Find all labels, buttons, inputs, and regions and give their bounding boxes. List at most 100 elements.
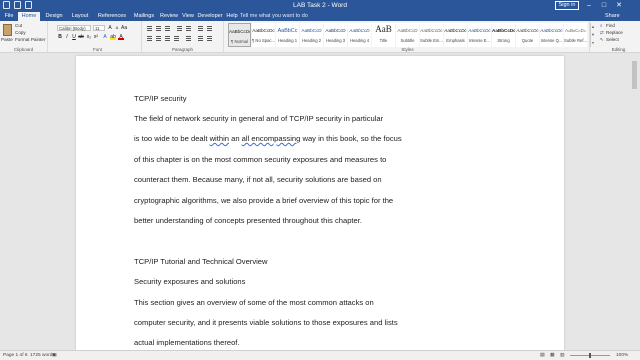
style-subtitle[interactable]: AaBbCcD Subtitle: [396, 23, 419, 47]
replace-button[interactable]: Replace: [606, 30, 623, 35]
tab-review[interactable]: Review: [158, 12, 180, 21]
grammar-flag[interactable]: all encompassing: [242, 134, 301, 143]
shading-button[interactable]: [197, 35, 204, 41]
decrease-indent-button[interactable]: [176, 25, 183, 31]
align-left-button[interactable]: [146, 35, 153, 41]
style-subtle-emphasis[interactable]: AaBbCcDc Subtle Em...: [420, 23, 443, 47]
numbering-button[interactable]: [155, 25, 162, 31]
style-no-spacing[interactable]: AaBbCcDc ¶ No Spac...: [252, 23, 275, 47]
read-mode-icon[interactable]: ▤: [540, 353, 545, 358]
italic-button[interactable]: I: [64, 34, 70, 40]
document-page[interactable]: TCP/IP security The field of network sec…: [76, 56, 564, 356]
cut-button[interactable]: Cut: [15, 23, 22, 28]
tab-developer[interactable]: Developer: [196, 12, 224, 21]
style-normal[interactable]: AaBbCcDc ¶ Normal: [228, 23, 251, 47]
underline-button[interactable]: U: [71, 34, 77, 40]
style-name: ¶ No Spac...: [252, 38, 275, 43]
font-name-select[interactable]: Calibri (Body): [57, 25, 91, 31]
more-styles-icon[interactable]: ▾: [591, 39, 595, 47]
paragraph-group: Paragraph: [142, 21, 224, 53]
style-heading-4[interactable]: AaBbCcD Heading 4: [348, 23, 371, 47]
bold-button[interactable]: B: [57, 34, 63, 40]
paste-button[interactable]: Paste: [1, 37, 13, 42]
style-name: ¶ Normal: [231, 39, 248, 44]
style-name: Title: [379, 38, 388, 43]
style-title[interactable]: AaB Title: [372, 23, 395, 47]
style-name: Intense Q...: [540, 38, 563, 43]
tab-layout[interactable]: Layout: [68, 12, 92, 21]
doc-heading: TCP/IP security: [134, 94, 187, 103]
sort-button[interactable]: [197, 25, 204, 31]
style-heading-2[interactable]: AaBbCcD Heading 2: [300, 23, 323, 47]
style-heading-3[interactable]: AaBbCcD Heading 3: [324, 23, 347, 47]
font-size-select[interactable]: 11: [93, 25, 105, 31]
page-count[interactable]: Page 1 of 6: [3, 353, 28, 358]
minimize-button[interactable]: –: [585, 1, 593, 10]
align-center-button[interactable]: [155, 35, 162, 41]
borders-button[interactable]: [206, 35, 213, 41]
align-right-button[interactable]: [164, 35, 171, 41]
tab-mailings[interactable]: Mailings: [131, 12, 157, 21]
doc-line: computer security, and it presents viabl…: [134, 318, 398, 327]
format-painter-button[interactable]: Format Painter: [15, 37, 45, 42]
tab-references[interactable]: References: [94, 12, 130, 21]
copy-button[interactable]: Copy: [15, 30, 26, 35]
maximize-button[interactable]: □: [600, 1, 608, 10]
proofing-icon[interactable]: ▣: [52, 353, 57, 358]
style-emphasis[interactable]: AaBbCcDc Emphasis: [444, 23, 467, 47]
text-run: an: [229, 134, 242, 143]
shrink-font-button[interactable]: A: [114, 25, 120, 31]
close-button[interactable]: ✕: [615, 1, 623, 10]
change-case-button[interactable]: Aa: [121, 25, 127, 31]
style-name: Subtle Em...: [420, 38, 443, 43]
style-sample: AaBbCcD: [325, 28, 346, 33]
tab-file[interactable]: File: [2, 12, 16, 21]
paste-icon[interactable]: [3, 24, 12, 36]
chevron-down-icon[interactable]: ▼: [591, 31, 595, 39]
style-sample: AaBbCc: [277, 28, 298, 34]
style-name: Intense E...: [468, 38, 491, 43]
share-button[interactable]: Share: [605, 12, 620, 21]
bullets-button[interactable]: [146, 25, 153, 31]
style-intense-quote[interactable]: AaBbCcDc Intense Q...: [540, 23, 563, 47]
style-sample: AaBbCcDc: [516, 28, 539, 33]
print-layout-icon[interactable]: ▦: [550, 353, 555, 358]
find-button[interactable]: Find: [606, 23, 615, 28]
clipboard-label: Clipboard: [13, 47, 34, 52]
grow-font-button[interactable]: A: [107, 25, 113, 31]
style-intense-emphasis[interactable]: AaBbCcDc Intense E...: [468, 23, 491, 47]
tab-help[interactable]: Help: [224, 12, 240, 21]
increase-indent-button[interactable]: [185, 25, 192, 31]
ribbon-tabs: File Home Design Layout References Maili…: [0, 12, 640, 21]
superscript-button[interactable]: x²: [93, 34, 99, 40]
style-quote[interactable]: AaBbCcDc Quote: [516, 23, 539, 47]
line-spacing-button[interactable]: [185, 35, 192, 41]
subscript-button[interactable]: x₂: [86, 34, 92, 40]
style-subtle-reference[interactable]: AaBbCcDc Subtle Ref...: [564, 23, 587, 47]
justify-button[interactable]: [173, 35, 180, 41]
tab-view[interactable]: View: [180, 12, 196, 21]
highlight-button[interactable]: ab: [110, 34, 116, 40]
zoom-slider-knob[interactable]: [589, 353, 591, 358]
text-effects-button[interactable]: A: [102, 34, 108, 40]
strikethrough-button[interactable]: ab: [78, 34, 84, 40]
vertical-scrollbar[interactable]: [630, 53, 640, 350]
style-heading-1[interactable]: AaBbCc Heading 1: [276, 23, 299, 47]
tab-home[interactable]: Home: [18, 12, 40, 21]
zoom-slider[interactable]: [570, 353, 610, 358]
scrollbar-thumb[interactable]: [632, 61, 637, 89]
show-formatting-button[interactable]: [206, 25, 213, 31]
sign-in-button[interactable]: Sign in: [555, 1, 579, 10]
styles-group: AaBbCcDc ¶ Normal AaBbCcDc ¶ No Spac... …: [226, 21, 590, 53]
styles-gallery-scroll[interactable]: ▲ ▼ ▾: [590, 23, 595, 47]
tab-design[interactable]: Design: [42, 12, 66, 21]
font-color-button[interactable]: A: [118, 34, 124, 40]
tell-me-search[interactable]: Tell me what you want to do: [240, 12, 308, 21]
zoom-level[interactable]: 100%: [616, 353, 628, 358]
grammar-flag[interactable]: within: [210, 134, 229, 143]
select-button[interactable]: Select: [606, 37, 619, 42]
chevron-up-icon[interactable]: ▲: [591, 23, 595, 31]
style-strong[interactable]: AaBbCcDc Strong: [492, 23, 515, 47]
web-layout-icon[interactable]: ▥: [560, 353, 565, 358]
multilevel-list-button[interactable]: [164, 25, 171, 31]
